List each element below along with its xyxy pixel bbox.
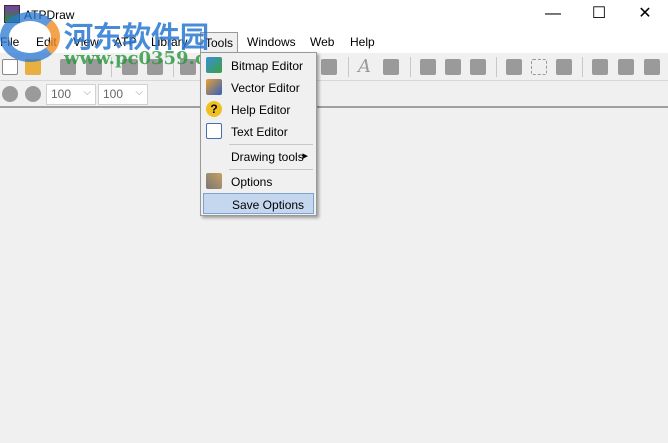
menu-view[interactable]: View xyxy=(73,35,99,49)
menu-atp[interactable]: ATP xyxy=(114,35,136,49)
main-toolbar: A xyxy=(0,53,668,81)
zoom-value-1: 100 xyxy=(51,87,72,101)
app-icon xyxy=(4,5,20,23)
plot-icon[interactable] xyxy=(644,59,660,75)
zoom-combo-1[interactable]: 100 ⌵ xyxy=(46,84,96,105)
compress-icon[interactable] xyxy=(506,59,522,75)
flip-icon[interactable] xyxy=(445,59,461,75)
rotate-icon[interactable] xyxy=(420,59,436,75)
zoom-out-icon[interactable] xyxy=(25,86,41,102)
label-icon[interactable] xyxy=(383,59,399,75)
undo-icon[interactable] xyxy=(180,59,196,75)
chevron-down-icon: ⌵ xyxy=(135,87,143,98)
vector-editor-icon xyxy=(206,79,222,95)
menu-library[interactable]: Library xyxy=(151,35,188,49)
menu-item-bitmap-editor[interactable]: Bitmap Editor xyxy=(203,55,314,76)
menu-help[interactable]: Help xyxy=(350,35,375,49)
text-icon[interactable]: A xyxy=(358,58,374,76)
copy-icon[interactable] xyxy=(147,59,163,75)
select-icon[interactable] xyxy=(531,59,547,75)
toolbar-separator xyxy=(582,57,583,77)
menu-tools[interactable]: Tools xyxy=(200,32,239,53)
new-file-icon[interactable] xyxy=(2,59,18,75)
bitmap-editor-icon xyxy=(206,57,222,73)
menu-file[interactable]: File xyxy=(0,35,19,49)
zoom-combo-2[interactable]: 100 ⌵ xyxy=(98,84,148,105)
lock-icon[interactable] xyxy=(556,59,572,75)
menu-windows[interactable]: Windows xyxy=(247,35,296,49)
menu-bar: File Edit View ATP Library Tools Windows… xyxy=(0,31,668,53)
window-title: ATPDraw xyxy=(24,8,75,22)
toolbar-separator xyxy=(496,57,497,77)
drawing-canvas[interactable] xyxy=(0,110,668,443)
open-folder-icon[interactable] xyxy=(25,59,41,75)
title-bar: ATPDraw — ☐ ✕ xyxy=(0,0,668,31)
toolbar-separator xyxy=(348,57,349,77)
filter-icon[interactable] xyxy=(592,59,608,75)
toolbar-separator xyxy=(111,57,112,77)
paste-icon[interactable] xyxy=(321,59,337,75)
menu-web[interactable]: Web xyxy=(310,35,334,49)
maximize-button[interactable]: ☐ xyxy=(576,0,622,30)
save-all-icon[interactable] xyxy=(86,59,102,75)
window-icon[interactable] xyxy=(618,59,634,75)
minimize-button[interactable]: — xyxy=(530,0,576,30)
zoom-in-icon[interactable] xyxy=(2,86,18,102)
menu-edit[interactable]: Edit xyxy=(36,35,57,49)
zoom-toolbar: 100 ⌵ 100 ⌵ xyxy=(0,81,668,108)
toolbar-separator xyxy=(410,57,411,77)
toolbar-separator xyxy=(173,57,174,77)
zoom-value-2: 100 xyxy=(103,87,124,101)
mirror-icon[interactable] xyxy=(470,59,486,75)
close-button[interactable]: ✕ xyxy=(622,0,668,30)
cut-icon[interactable] xyxy=(122,59,138,75)
chevron-down-icon: ⌵ xyxy=(83,87,91,98)
menu-item-vector-editor[interactable]: Vector Editor xyxy=(203,77,314,98)
save-icon[interactable] xyxy=(60,59,76,75)
